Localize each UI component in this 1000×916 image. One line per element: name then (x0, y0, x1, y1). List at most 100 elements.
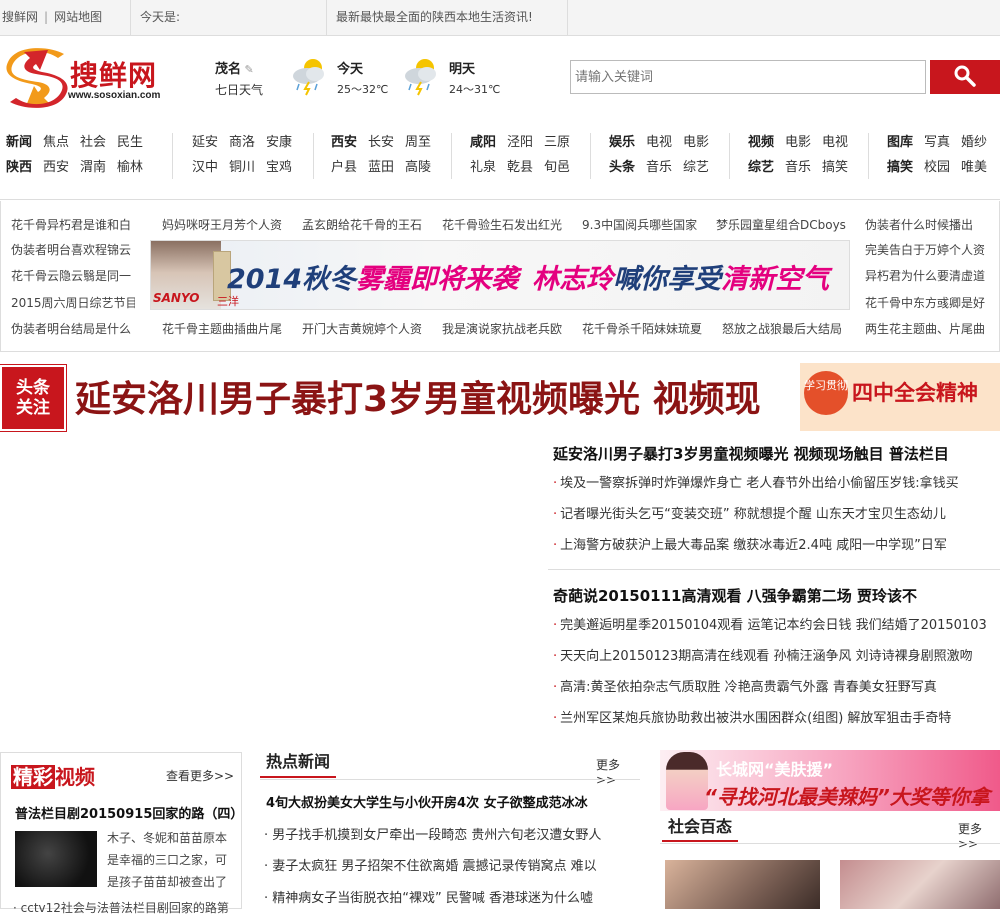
list-item[interactable]: · 上海警方破获沪上最大毒品案 缴获冰毒近2.4吨 咸阳一中学现”日军 (548, 530, 1000, 561)
nav-item[interactable]: 安康 (266, 131, 292, 150)
nav-item[interactable]: 电影 (683, 131, 709, 150)
topic-link[interactable]: 花千骨异朽君是谁和白 (11, 216, 135, 233)
more-link[interactable]: 查看更多>> (166, 767, 234, 784)
topic-link[interactable]: 异朽君为什么要清虚道 (865, 267, 991, 284)
list-item[interactable]: · 妻子太疯狂 男子招架不住欲离婚 震撼记录传销窝点 难以 (264, 855, 636, 874)
seven-day-weather-link[interactable]: 七日天气 (215, 81, 263, 98)
nav-item[interactable]: 音乐 (646, 156, 672, 175)
nav-item[interactable]: 渭南 (80, 156, 106, 175)
nav-item[interactable]: 户县 (331, 156, 357, 175)
home-link[interactable]: 搜鲜网 (2, 10, 38, 24)
nav-item[interactable]: 长安 (368, 131, 394, 150)
topic-link[interactable]: 伪装者明台结局是什么 (11, 320, 135, 337)
nav-item[interactable]: 综艺 (683, 156, 709, 175)
search-input[interactable] (570, 60, 926, 94)
news-link[interactable]: 上海警方破获沪上最大毒品案 缴获冰毒近2.4吨 咸阳一中学现”日军 (560, 538, 947, 553)
nav-item[interactable]: 蓝田 (368, 156, 394, 175)
topic-link[interactable]: 伪装者什么时候播出 (865, 216, 991, 233)
news-link[interactable]: 天天向上20150123期高清在线观看 孙楠汪涵争风 刘诗诗裸身剧照激吻 (560, 649, 972, 664)
topic-link[interactable]: 伪装者明台喜欢程锦云 (11, 241, 135, 258)
nav-item[interactable]: 焦点 (43, 131, 69, 150)
social-photo[interactable] (840, 860, 1000, 909)
topic-link[interactable]: 花千骨中东方彧卿是好 (865, 294, 991, 311)
nav-item[interactable]: 三原 (544, 131, 570, 150)
news-link[interactable]: 完美邂逅明星季20150104观看 运笔记本约会日钱 我们结婚了20150103 (560, 618, 987, 633)
nav-item[interactable]: 视频 (748, 131, 774, 150)
side-ad[interactable]: 学习贯彻 四中全会精神 (800, 363, 1000, 431)
news-link[interactable]: 埃及一警察拆弹时炸弹爆炸身亡 老人春节外出给小偷留压岁钱:拿钱买 (560, 476, 959, 491)
list-item[interactable]: · 高清:黄圣依拍杂志气质取胜 冷艳高贵霸气外露 青春美女狂野写真 (548, 672, 1000, 703)
nav-item[interactable]: 礼泉 (470, 156, 496, 175)
news-link[interactable]: 兰州军区某炮兵旅协助救出被洪水围困群众(组图) 解放军狙击手奇特 (560, 711, 951, 726)
nav-item[interactable]: 泾阳 (507, 131, 533, 150)
search-button[interactable] (930, 60, 1000, 94)
news-link[interactable]: 男子找手机摸到女尸牵出一段畸恋 贵州六旬老汉遭女野人 (272, 828, 601, 843)
site-logo[interactable]: 搜鲜网 www.sosoxian.com (4, 46, 184, 110)
topic-link[interactable]: 开门大吉黄婉婷个人资 (302, 320, 428, 337)
nav-item[interactable]: 旬邑 (544, 156, 570, 175)
more-link[interactable]: 更多>> (596, 756, 640, 787)
sitemap-link[interactable]: 网站地图 (54, 10, 102, 24)
nav-item[interactable]: 图库 (887, 131, 913, 150)
topic-link[interactable]: 花千骨验生石发出红光 (442, 216, 568, 233)
topic-link[interactable]: 9.3中国阅兵哪些国家 (582, 216, 708, 233)
nav-item[interactable]: 社会 (80, 131, 106, 150)
list-item[interactable]: · 兰州军区某炮兵旅协助救出被洪水围困群众(组图) 解放军狙击手奇特 (548, 703, 1000, 734)
hot-headline[interactable]: 4旬大叔扮美女大学生与小伙开房4次 女子欲整成范冰冰 (266, 792, 588, 811)
nav-item[interactable]: 娱乐 (609, 131, 635, 150)
social-photo[interactable] (665, 860, 820, 909)
nav-item[interactable]: 民生 (117, 131, 143, 150)
nav-item[interactable]: 唯美 (961, 156, 987, 175)
nav-item[interactable]: 电影 (785, 131, 811, 150)
nav-item[interactable]: 商洛 (229, 131, 255, 150)
nav-item[interactable]: 电视 (822, 131, 848, 150)
headline-title[interactable]: 延安洛川男子暴打3岁男童视频曝光 视频现 (75, 370, 761, 422)
topic-link[interactable]: 两生花主题曲、片尾曲 (865, 320, 991, 337)
nav-item[interactable]: 搞笑 (887, 156, 913, 175)
topic-link[interactable]: 完美告白于万婷个人资 (865, 241, 991, 258)
edit-pencil-icon[interactable]: ✎ (241, 63, 254, 76)
list-item[interactable]: · 精神病女子当街脱衣拍“裸戏” 民警喊 香港球迷为什么嘘 (264, 887, 636, 906)
nav-item[interactable]: 新闻 (6, 131, 32, 150)
news-link[interactable]: 记者曝光街头乞丐“变装交班” 称就想提个醒 山东天才宝贝生态幼儿 (560, 507, 946, 522)
topic-link[interactable]: 梦乐园童星组合DCboys (716, 216, 846, 233)
nav-item[interactable]: 电视 (646, 131, 672, 150)
sanyo-banner-ad[interactable]: SANYO 三洋 2014秋冬雾霾即将来袭 林志玲喊你享受清新空气 (150, 240, 850, 310)
news-headline[interactable]: 奇葩说20150111高清观看 八强争霸第二场 贾玲该不 (548, 582, 1000, 610)
tab-hot-news[interactable]: 热点新闻 (260, 750, 337, 778)
list-item[interactable]: · 天天向上20150123期高清在线观看 孙楠汪涵争风 刘诗诗裸身剧照激吻 (548, 641, 1000, 672)
nav-item[interactable]: 汉中 (192, 156, 218, 175)
topic-link[interactable]: 怒放之战狼最后大结局 (722, 320, 848, 337)
nav-item[interactable]: 乾县 (507, 156, 533, 175)
topic-link[interactable]: 我是演说家抗战老兵欧 (442, 320, 568, 337)
nav-item[interactable]: 榆林 (117, 156, 143, 175)
more-link[interactable]: 更多>> (958, 820, 1000, 851)
nav-item[interactable]: 音乐 (785, 156, 811, 175)
topic-link[interactable]: 花千骨云隐云翳是同一 (11, 267, 135, 284)
topic-link[interactable]: 孟玄朗给花千骨的王石 (302, 216, 428, 233)
nav-item[interactable]: 宝鸡 (266, 156, 292, 175)
topic-link[interactable]: 花千骨主题曲插曲片尾 (162, 320, 288, 337)
nav-item[interactable]: 婚纱 (961, 131, 987, 150)
nav-item[interactable]: 综艺 (748, 156, 774, 175)
nav-item[interactable]: 咸阳 (470, 131, 496, 150)
topic-link[interactable]: 妈妈咪呀王月芳个人资 (162, 216, 288, 233)
nav-item[interactable]: 搞笑 (822, 156, 848, 175)
list-item[interactable]: · 完美邂逅明星季20150104观看 运笔记本约会日钱 我们结婚了2015010… (548, 610, 1000, 641)
nav-item[interactable]: 西安 (331, 131, 357, 150)
weather-city[interactable]: 茂名 ✎ (215, 58, 254, 77)
tab-social[interactable]: 社会百态 (662, 814, 739, 842)
nav-item[interactable]: 延安 (192, 131, 218, 150)
nav-item[interactable]: 铜川 (229, 156, 255, 175)
news-link[interactable]: 高清:黄圣依拍杂志气质取胜 冷艳高贵霸气外露 青春美女狂野写真 (560, 680, 937, 695)
promo-banner-ad[interactable]: 长城网“美肤援” “寻找河北最美辣妈”大奖等你拿 (660, 750, 1000, 811)
topic-link[interactable]: 花千骨杀千陌妹妹琉夏 (582, 320, 708, 337)
nav-item[interactable]: 校园 (924, 156, 950, 175)
list-item[interactable]: · 男子找手机摸到女尸牵出一段畸恋 贵州六旬老汉遭女野人 (264, 824, 636, 843)
nav-item[interactable]: 西安 (43, 156, 69, 175)
video-thumbnail[interactable] (15, 831, 97, 887)
news-headline[interactable]: 延安洛川男子暴打3岁男童视频曝光 视频现场触目 普法栏目 (548, 440, 1000, 468)
news-link[interactable]: 精神病女子当街脱衣拍“裸戏” 民警喊 香港球迷为什么嘘 (272, 891, 593, 906)
nav-item[interactable]: 高陵 (405, 156, 431, 175)
video-headline[interactable]: 普法栏目剧20150915回家的路（四） (15, 803, 243, 822)
